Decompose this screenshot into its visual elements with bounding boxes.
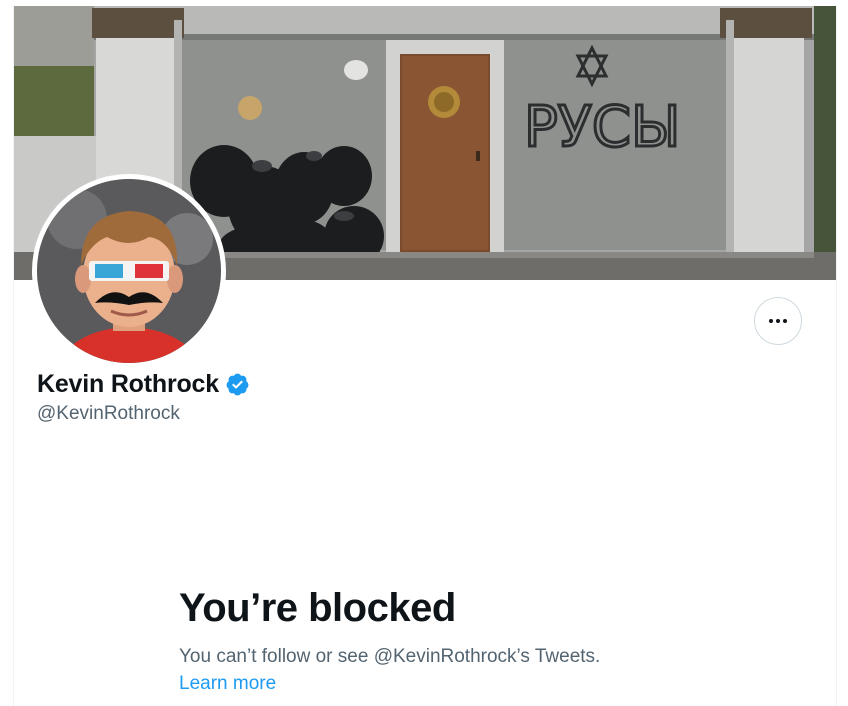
learn-more-link[interactable]: Learn more xyxy=(179,673,276,695)
display-name: Kevin Rothrock xyxy=(37,370,219,398)
profile-handle: @KevinRothrock xyxy=(37,403,180,424)
profile-name-row: Kevin Rothrock xyxy=(37,370,250,399)
more-options-button[interactable] xyxy=(754,297,802,345)
more-horizontal-icon xyxy=(769,319,787,323)
profile-page: РУСЫ Kevin Rothrock @KevinRothrock You’r… xyxy=(13,6,837,706)
banner-graffiti-text: РУСЫ xyxy=(524,95,680,160)
blocked-title: You’re blocked xyxy=(179,586,456,630)
blocked-description: You can’t follow or see @KevinRothrock’s… xyxy=(179,646,601,667)
avatar-image xyxy=(37,179,221,363)
verified-badge-icon[interactable] xyxy=(225,372,250,397)
profile-avatar[interactable] xyxy=(32,174,226,368)
